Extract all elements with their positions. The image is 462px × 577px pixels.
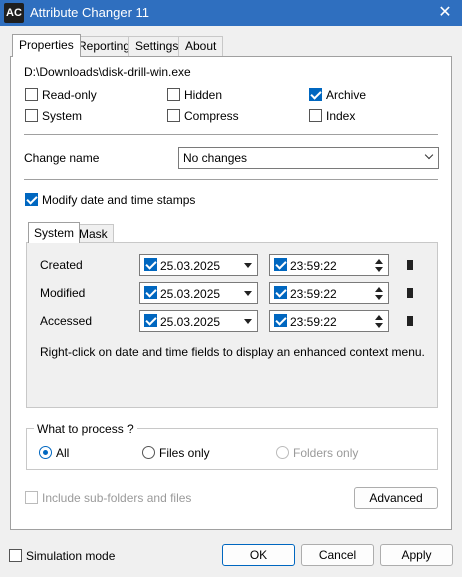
include-subfolders-label: Include sub-folders and files bbox=[42, 491, 192, 505]
modified-time-picker[interactable]: 23:59:22 bbox=[269, 282, 389, 304]
radio-files-only[interactable] bbox=[142, 446, 155, 459]
modified-date-checkbox[interactable] bbox=[144, 286, 157, 299]
archive-checkbox[interactable] bbox=[309, 88, 322, 101]
created-date-value: 25.03.2025 bbox=[160, 259, 221, 273]
app-icon: AC bbox=[4, 3, 24, 23]
created-date-checkbox[interactable] bbox=[144, 258, 157, 271]
dropdown-arrow-icon bbox=[244, 291, 252, 296]
separator bbox=[24, 179, 438, 180]
grip-icon[interactable] bbox=[407, 316, 413, 326]
modified-time-checkbox[interactable] bbox=[274, 286, 287, 299]
compress-label: Compress bbox=[184, 109, 239, 123]
accessed-time-value: 23:59:22 bbox=[290, 315, 337, 329]
radio-files-only-label: Files only bbox=[159, 446, 210, 460]
modified-time-value: 23:59:22 bbox=[290, 287, 337, 301]
close-icon[interactable]: ✕ bbox=[432, 2, 458, 24]
simulation-mode-checkbox[interactable] bbox=[9, 549, 22, 562]
modify-dates-checkbox[interactable] bbox=[25, 193, 38, 206]
accessed-date-picker[interactable]: 25.03.2025 bbox=[139, 310, 258, 332]
tab-properties[interactable]: Properties bbox=[12, 34, 81, 57]
archive-label: Archive bbox=[326, 88, 367, 102]
radio-folders-only-label: Folders only bbox=[293, 446, 359, 460]
tab-about[interactable]: About bbox=[178, 36, 224, 56]
radio-all[interactable] bbox=[39, 446, 52, 459]
created-time-checkbox[interactable] bbox=[274, 258, 287, 271]
readonly-checkbox[interactable] bbox=[25, 88, 38, 101]
dropdown-arrow-icon bbox=[244, 319, 252, 324]
index-checkbox[interactable] bbox=[309, 109, 322, 122]
modified-date-value: 25.03.2025 bbox=[160, 287, 221, 301]
change-name-label: Change name bbox=[24, 151, 100, 165]
index-label: Index bbox=[326, 109, 356, 123]
readonly-label: Read-only bbox=[42, 88, 97, 102]
created-time-picker[interactable]: 23:59:22 bbox=[269, 254, 389, 276]
modified-label: Modified bbox=[40, 286, 86, 300]
spin-up-icon[interactable] bbox=[375, 287, 383, 292]
spin-down-icon[interactable] bbox=[375, 295, 383, 300]
accessed-date-checkbox[interactable] bbox=[144, 314, 157, 327]
spin-up-icon[interactable] bbox=[375, 315, 383, 320]
include-subfolders-checkbox bbox=[25, 491, 38, 504]
change-name-value: No changes bbox=[183, 151, 248, 165]
ok-button[interactable]: OK bbox=[222, 544, 295, 566]
simulation-mode-label: Simulation mode bbox=[26, 549, 116, 563]
subtab-system[interactable]: System bbox=[28, 222, 81, 243]
cancel-button[interactable]: Cancel bbox=[301, 544, 374, 566]
system-label: System bbox=[42, 109, 83, 123]
hidden-checkbox[interactable] bbox=[167, 88, 180, 101]
radio-all-label: All bbox=[56, 446, 70, 460]
dropdown-arrow-icon bbox=[244, 263, 252, 268]
accessed-time-picker[interactable]: 23:59:22 bbox=[269, 310, 389, 332]
accessed-label: Accessed bbox=[40, 314, 93, 328]
separator bbox=[24, 134, 438, 135]
modify-dates-label: Modify date and time stamps bbox=[42, 193, 196, 207]
title-bar: AC Attribute Changer 11 ✕ bbox=[0, 0, 462, 26]
hint-text: Right-click on date and time fields to d… bbox=[40, 345, 425, 359]
system-checkbox[interactable] bbox=[25, 109, 38, 122]
advanced-button[interactable]: Advanced bbox=[354, 487, 438, 509]
accessed-date-value: 25.03.2025 bbox=[160, 315, 221, 329]
spin-down-icon[interactable] bbox=[375, 323, 383, 328]
spin-down-icon[interactable] bbox=[375, 267, 383, 272]
grip-icon[interactable] bbox=[407, 260, 413, 270]
tab-settings[interactable]: Settings bbox=[128, 36, 186, 56]
accessed-time-checkbox[interactable] bbox=[274, 314, 287, 327]
modified-date-picker[interactable]: 25.03.2025 bbox=[139, 282, 258, 304]
change-name-dropdown[interactable]: No changes bbox=[178, 147, 439, 169]
window-title: Attribute Changer 11 bbox=[30, 5, 149, 20]
created-time-value: 23:59:22 bbox=[290, 259, 337, 273]
radio-folders-only bbox=[276, 446, 289, 459]
created-label: Created bbox=[40, 258, 83, 272]
created-date-picker[interactable]: 25.03.2025 bbox=[139, 254, 258, 276]
file-path: D:\Downloads\disk-drill-win.exe bbox=[24, 65, 191, 79]
spin-up-icon[interactable] bbox=[375, 259, 383, 264]
apply-button[interactable]: Apply bbox=[380, 544, 453, 566]
chevron-down-icon bbox=[424, 150, 434, 160]
hidden-label: Hidden bbox=[184, 88, 223, 102]
compress-checkbox[interactable] bbox=[167, 109, 180, 122]
grip-icon[interactable] bbox=[407, 288, 413, 298]
process-title: What to process ? bbox=[34, 422, 137, 436]
